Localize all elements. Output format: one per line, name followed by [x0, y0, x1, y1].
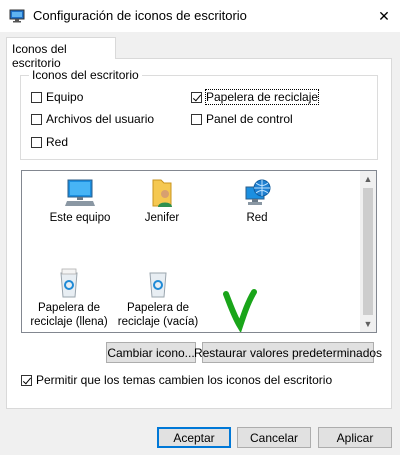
- checkbox-equipo[interactable]: Equipo: [31, 90, 83, 104]
- icon-label: Jenifer: [144, 212, 180, 224]
- apply-button[interactable]: Aplicar: [318, 427, 392, 448]
- window-title: Configuración de iconos de escritorio: [33, 8, 247, 23]
- checkbox-box[interactable]: [31, 91, 42, 103]
- icon-item-papelera-llena[interactable]: Papelera de reciclaje (llena): [24, 267, 114, 329]
- scroll-up-icon[interactable]: ▲: [360, 171, 376, 187]
- close-button[interactable]: ✕: [368, 0, 400, 32]
- user-folder-icon: [152, 179, 172, 207]
- checkbox-box[interactable]: [191, 91, 202, 103]
- ok-label: Aceptar: [173, 430, 215, 445]
- checkbox-box[interactable]: [21, 374, 32, 386]
- display-settings-icon: [9, 9, 25, 23]
- recycle-bin-full-icon: [60, 268, 78, 298]
- tab-label: Iconos del escritorio: [12, 42, 67, 70]
- computer-icon: [65, 179, 95, 206]
- tab-desktop-icons[interactable]: Iconos del escritorio: [6, 37, 116, 70]
- icon-item-red[interactable]: Red: [212, 177, 302, 225]
- icon-label: Red: [246, 212, 268, 224]
- icon-label: Este equipo: [49, 212, 111, 224]
- cancel-button[interactable]: Cancelar: [237, 427, 311, 448]
- checkbox-papelera[interactable]: Papelera de reciclaje: [191, 89, 320, 105]
- icon-list[interactable]: Este equipo Jenifer Red Papelera de reci…: [21, 170, 377, 333]
- cancel-label: Cancelar: [249, 430, 299, 445]
- checkbox-box[interactable]: [31, 113, 42, 125]
- change-icon-button[interactable]: Cambiar icono...: [106, 342, 196, 363]
- scrollbar[interactable]: ▲ ▼: [360, 171, 376, 332]
- icon-item-jenifer[interactable]: Jenifer: [117, 177, 207, 225]
- checkbox-box[interactable]: [191, 113, 202, 125]
- recycle-bin-empty-icon: [149, 272, 167, 298]
- checkbox-box[interactable]: [31, 136, 42, 148]
- checkbox-red[interactable]: Red: [31, 135, 68, 149]
- checkbox-archivos-usuario[interactable]: Archivos del usuario: [31, 112, 154, 126]
- icon-label: Papelera de reciclaje (llena): [30, 302, 108, 328]
- scroll-thumb[interactable]: [363, 188, 373, 315]
- checkbox-panel-control[interactable]: Panel de control: [191, 112, 293, 126]
- network-icon: [245, 179, 271, 205]
- restore-defaults-label: Restaurar valores predeterminados: [193, 345, 383, 360]
- checkbox-allow-themes[interactable]: Permitir que los temas cambien los icono…: [21, 373, 332, 387]
- icon-label: Papelera de reciclaje (vacía): [117, 302, 199, 328]
- checkbox-label: Papelera de reciclaje: [204, 89, 320, 105]
- group-legend: Iconos del escritorio: [29, 68, 142, 82]
- close-icon: ✕: [378, 7, 390, 24]
- change-icon-label: Cambiar icono...: [107, 345, 195, 360]
- restore-defaults-button[interactable]: Restaurar valores predeterminados: [194, 342, 382, 363]
- checkbox-label: Equipo: [46, 90, 84, 104]
- green-checkmark-annotation: [223, 289, 257, 332]
- icon-item-este-equipo[interactable]: Este equipo: [35, 177, 125, 225]
- checkbox-label: Permitir que los temas cambien los icono…: [36, 373, 333, 387]
- scroll-down-icon[interactable]: ▼: [360, 316, 376, 332]
- ok-button[interactable]: Aceptar: [157, 427, 231, 448]
- icon-item-papelera-vacia[interactable]: Papelera de reciclaje (vacía): [113, 267, 203, 329]
- checkbox-label: Panel de control: [206, 112, 293, 126]
- checkbox-label: Archivos del usuario: [46, 112, 155, 126]
- checkbox-label: Red: [46, 135, 69, 149]
- title-bar: Configuración de iconos de escritorio ✕: [0, 0, 400, 32]
- apply-label: Aplicar: [336, 430, 374, 445]
